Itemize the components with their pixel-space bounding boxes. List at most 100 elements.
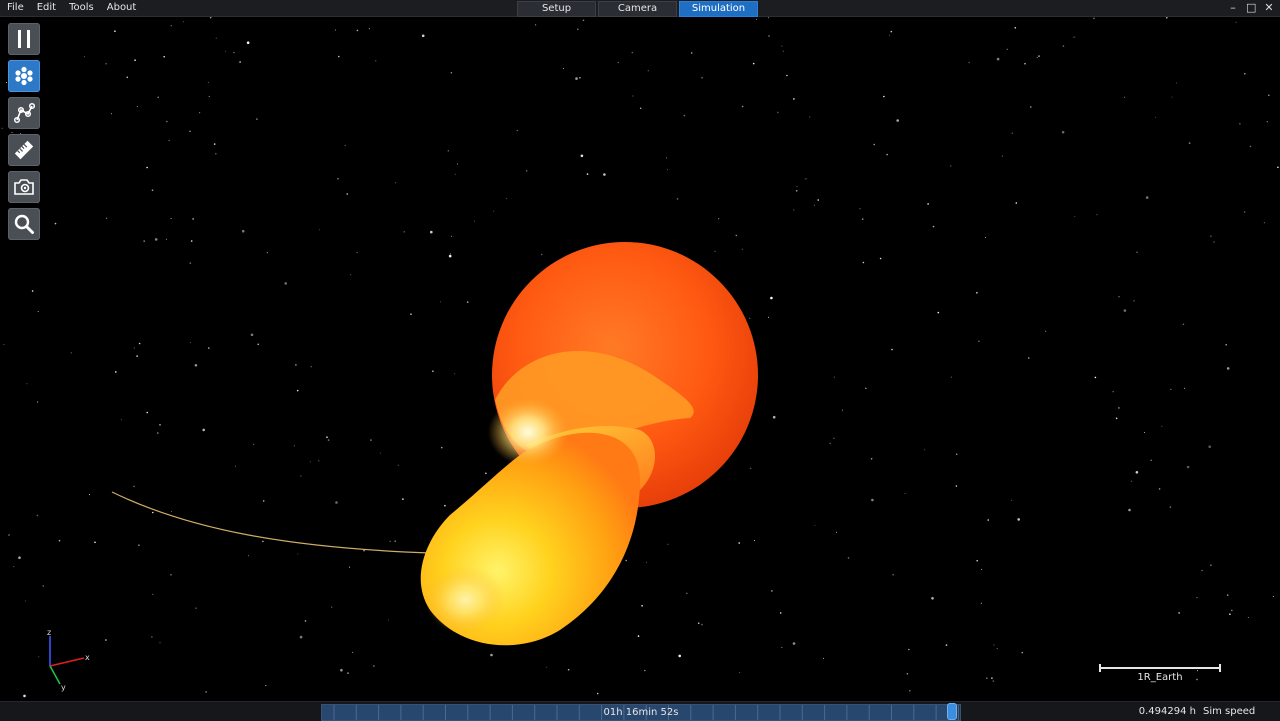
menu-file[interactable]: File (0, 0, 30, 16)
background-star (577, 28, 579, 31)
tab-setup[interactable]: Setup (517, 1, 596, 17)
background-star (1145, 196, 1149, 199)
background-star (370, 439, 372, 441)
background-star (686, 592, 688, 594)
background-star (356, 29, 359, 32)
background-star (1161, 425, 1163, 427)
background-star (340, 668, 343, 672)
background-star (955, 453, 958, 456)
background-star (450, 235, 452, 237)
render-settings-button[interactable] (8, 171, 40, 203)
background-star (1118, 296, 1120, 298)
background-star (1208, 445, 1211, 449)
background-star (792, 642, 796, 645)
background-star (646, 561, 647, 563)
background-star (976, 292, 978, 294)
contact-glow (488, 398, 568, 466)
background-star (1155, 116, 1157, 118)
background-star (904, 493, 906, 494)
background-star (883, 95, 885, 98)
menu-about[interactable]: About (100, 0, 143, 16)
background-star (241, 229, 245, 233)
background-star (300, 475, 302, 477)
sim-speed-label[interactable]: Sim speed (1203, 702, 1255, 721)
background-star (1006, 48, 1008, 50)
background-star (105, 639, 107, 641)
background-star (296, 389, 299, 392)
pause-button[interactable] (8, 23, 40, 55)
background-star (190, 342, 191, 344)
background-star (741, 105, 744, 108)
background-star (166, 120, 168, 123)
close-icon[interactable]: ✕ (1264, 0, 1274, 16)
zoom-button[interactable] (8, 208, 40, 240)
ruler-button[interactable] (8, 134, 40, 166)
background-star (865, 387, 867, 390)
simulation-viewport[interactable] (0, 17, 1280, 700)
background-star (202, 428, 205, 432)
background-star (814, 524, 816, 526)
background-star (457, 163, 459, 165)
background-star (304, 620, 307, 622)
background-star (1015, 202, 1018, 204)
background-star (1226, 594, 1229, 596)
particles-button[interactable] (8, 60, 40, 92)
background-star (143, 240, 145, 242)
background-star (394, 182, 396, 184)
background-star (718, 218, 720, 220)
background-star (1249, 145, 1252, 148)
background-star (749, 317, 751, 319)
background-star (448, 254, 452, 258)
background-star (976, 559, 978, 562)
background-star (262, 540, 264, 543)
tab-simulation[interactable]: Simulation (679, 1, 758, 17)
background-star (1201, 569, 1203, 572)
background-star (1038, 55, 1040, 57)
background-star (24, 600, 26, 602)
background-star (397, 464, 399, 466)
background-star (678, 654, 681, 658)
background-star (1093, 17, 1095, 20)
background-star (1184, 387, 1185, 389)
background-star (36, 514, 39, 517)
background-star (209, 17, 212, 19)
background-star (120, 419, 122, 421)
background-star (337, 177, 339, 180)
timeline-slider[interactable]: 01h 16min 52s (321, 704, 961, 721)
menu-edit[interactable]: Edit (30, 0, 62, 16)
background-star (714, 250, 716, 252)
axis-x-label: x (85, 653, 90, 662)
background-star (888, 34, 890, 36)
background-star (617, 61, 619, 63)
background-star (1277, 166, 1279, 169)
background-star (37, 401, 39, 403)
background-star (335, 501, 338, 504)
background-star (582, 19, 585, 22)
timeline-handle[interactable] (947, 704, 956, 719)
background-star (350, 274, 352, 276)
background-star (1112, 391, 1114, 393)
background-star (836, 531, 837, 533)
background-star (796, 185, 798, 187)
background-star (6, 82, 8, 83)
background-star (310, 366, 312, 368)
trajectory-button[interactable] (8, 97, 40, 129)
background-star (879, 257, 882, 260)
background-star (1235, 21, 1237, 23)
tab-camera[interactable]: Camera (598, 1, 677, 17)
background-star (447, 150, 449, 152)
background-star (968, 61, 970, 64)
background-star (1136, 251, 1138, 254)
background-star (170, 25, 172, 27)
background-star (927, 203, 929, 205)
background-star (567, 668, 570, 671)
minimize-icon[interactable]: – (1228, 0, 1238, 16)
maximize-icon[interactable]: □ (1246, 0, 1256, 16)
background-star (690, 52, 693, 54)
background-star (1094, 376, 1097, 379)
background-star (580, 154, 584, 158)
menu-tools[interactable]: Tools (62, 0, 100, 16)
background-star (829, 442, 831, 445)
background-star (833, 376, 835, 378)
scale-bar-label: 1R_Earth (1137, 672, 1183, 683)
